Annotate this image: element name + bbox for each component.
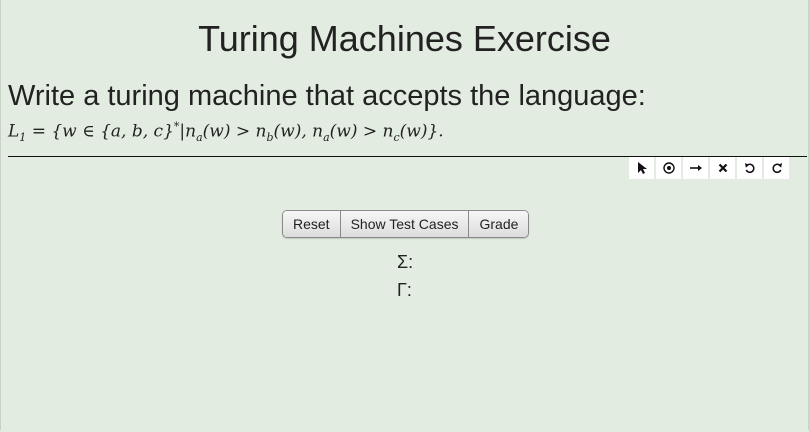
undo-tool-button[interactable] bbox=[737, 157, 762, 179]
input-alphabet-label: Σ: bbox=[397, 252, 414, 272]
add-transition-tool-button[interactable] bbox=[683, 157, 708, 179]
lang-symbol: L bbox=[8, 121, 20, 142]
language-definition: L1 = {w ∈ {a, b, c}*|na(w) > nb(w), na(w… bbox=[8, 120, 444, 144]
pointer-icon bbox=[637, 162, 647, 174]
page-title: Turing Machines Exercise bbox=[198, 18, 611, 59]
undo-icon bbox=[744, 163, 755, 174]
lang-set-open: = {w ∈ {a, b, c} bbox=[26, 121, 174, 142]
lang-part-1: (w) > n bbox=[202, 121, 267, 142]
lang-set-close: (w)}. bbox=[399, 121, 444, 142]
delete-tool-button[interactable] bbox=[710, 157, 735, 179]
exercise-prompt: Write a turing machine that accepts the … bbox=[8, 80, 646, 112]
grade-button[interactable]: Grade bbox=[469, 211, 529, 237]
action-button-group: Reset Show Test Cases Grade bbox=[282, 210, 530, 238]
editor-toolbar bbox=[629, 157, 789, 179]
lang-part-3: (w) > n bbox=[329, 121, 394, 142]
lang-bar-n: |n bbox=[179, 121, 197, 142]
close-icon bbox=[718, 163, 727, 173]
tape-alphabet-label: Γ: bbox=[397, 280, 412, 300]
arrow-right-icon bbox=[689, 165, 702, 171]
reset-button[interactable]: Reset bbox=[283, 211, 341, 237]
show-test-cases-button[interactable]: Show Test Cases bbox=[340, 211, 470, 237]
sub-b: b bbox=[266, 131, 274, 145]
lang-part-2: (w), n bbox=[273, 121, 324, 142]
select-tool-button[interactable] bbox=[629, 157, 654, 179]
add-state-tool-button[interactable] bbox=[656, 157, 681, 179]
redo-tool-button[interactable] bbox=[764, 157, 789, 179]
redo-icon bbox=[771, 163, 782, 174]
state-circle-icon bbox=[662, 162, 675, 174]
